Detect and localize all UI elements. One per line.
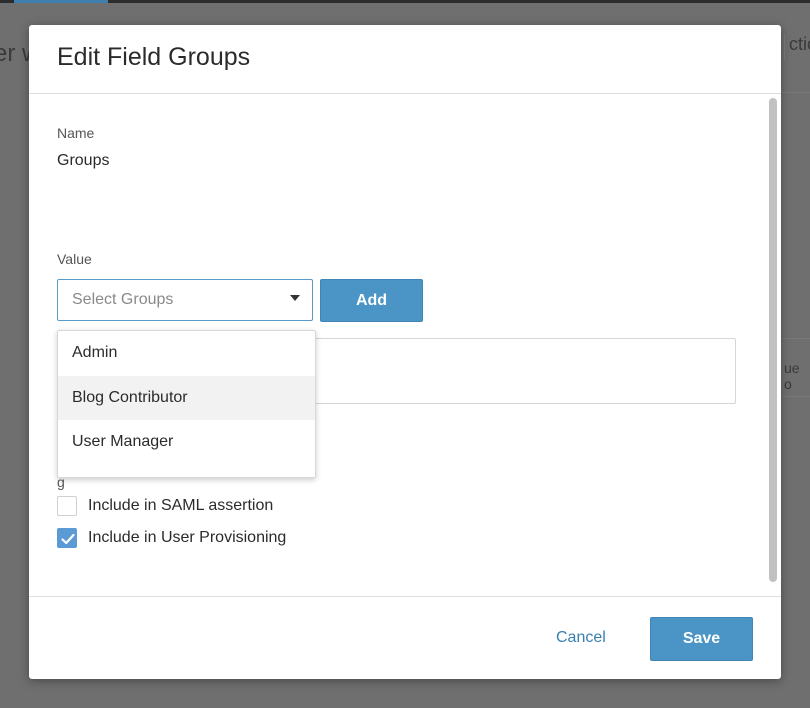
dialog-body: Name Groups Value Select Groups Add g In… (29, 94, 781, 596)
background-action-button-fragment: ctio (784, 34, 810, 60)
save-button[interactable]: Save (650, 617, 753, 661)
background-divider (782, 396, 810, 397)
background-divider (782, 338, 810, 339)
name-label: Name (57, 125, 95, 141)
background-topbar (0, 0, 810, 3)
dropdown-option-user-manager[interactable]: User Manager (58, 420, 315, 464)
edit-field-groups-dialog: Edit Field Groups Name Groups Value Sele… (29, 25, 781, 679)
background-active-tab-indicator (14, 0, 108, 3)
groups-dropdown-menu: Admin Blog Contributor User Manager (57, 330, 316, 478)
caret-down-icon (290, 295, 300, 301)
dropdown-option-admin[interactable]: Admin (58, 331, 315, 375)
scrollbar-thumb[interactable] (769, 98, 777, 582)
user-provisioning-checkbox[interactable] (57, 528, 77, 548)
select-groups-dropdown[interactable]: Select Groups (57, 279, 313, 321)
saml-assertion-label: Include in SAML assertion (88, 497, 274, 514)
add-button[interactable]: Add (320, 279, 423, 322)
background-text-fragment: ue o (784, 360, 800, 392)
name-value: Groups (57, 152, 110, 169)
dialog-footer: Cancel Save (29, 596, 781, 679)
cancel-button[interactable]: Cancel (540, 625, 622, 651)
checkmark-icon (61, 533, 75, 545)
background-divider (782, 92, 810, 93)
dialog-header: Edit Field Groups (29, 25, 781, 94)
value-label: Value (57, 251, 92, 267)
select-placeholder: Select Groups (72, 291, 174, 308)
dialog-title: Edit Field Groups (57, 43, 251, 71)
user-provisioning-label: Include in User Provisioning (88, 529, 287, 546)
dropdown-option-blog-contributor[interactable]: Blog Contributor (58, 376, 315, 420)
saml-assertion-checkbox[interactable] (57, 496, 77, 516)
